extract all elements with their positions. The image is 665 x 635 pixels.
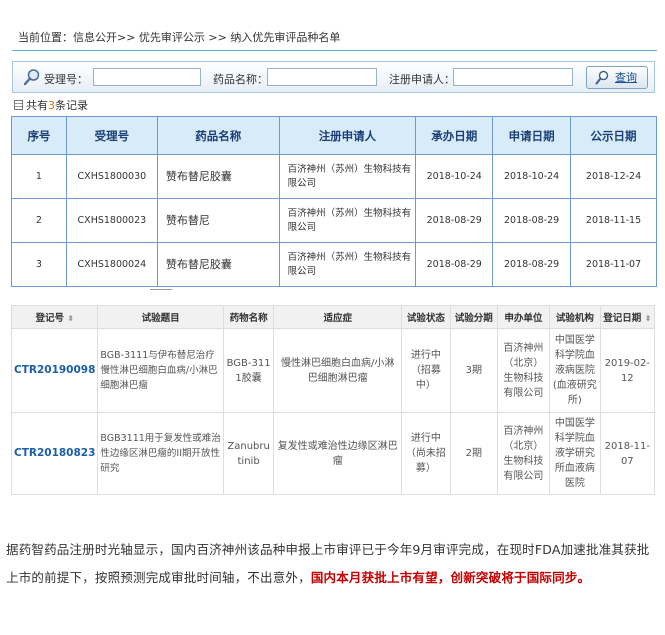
col-header-title: 试验题目 <box>97 305 224 329</box>
cell-phase: 3期 <box>449 328 498 413</box>
cell-code: CXHS1800023 <box>65 198 158 243</box>
cell-applicant: 百济神州（苏州）生物科技有限公司 <box>278 242 417 287</box>
col-header-reg-no[interactable]: 登记号 ⬍ <box>10 305 99 329</box>
cell-apply-date: 2018-08-29 <box>492 242 572 287</box>
col-header-status: 试验状态 <box>401 305 451 329</box>
cell-undertake-date: 2018-10-24 <box>415 154 494 199</box>
cell-publish-date: 2018-11-07 <box>570 242 657 287</box>
sort-icon: ⬍ <box>67 314 74 323</box>
table-row[interactable]: CTR20180823 BGB3111用于复发性或难治性边缘区淋巴瘤的II期开放… <box>10 412 656 495</box>
cell-code: CXHS1800030 <box>65 154 158 199</box>
query-button-label: 查询 <box>615 71 637 84</box>
cell-publish-date: 2018-11-15 <box>570 198 657 243</box>
record-count: 共有3条记录 <box>14 99 88 113</box>
col-header-undertake-date: 承办日期 <box>415 116 494 155</box>
reg-no-link[interactable]: CTR20190098 <box>10 328 99 413</box>
breadcrumb: 当前位置：信息公开>> 优先审评公示 >> 纳入优先审评品种名单 <box>12 25 657 51</box>
cell-phase: 2期 <box>449 412 498 495</box>
accept-no-label: 受理号： <box>44 73 88 86</box>
cell-applicant: 百济神州（苏州）生物科技有限公司 <box>278 154 417 199</box>
query-button[interactable]: 查询 <box>586 66 648 89</box>
table-row[interactable]: 3 CXHS1800024 赞布替尼胶囊 百济神州（苏州）生物科技有限公司 20… <box>11 242 657 287</box>
cell-status: 进行中（尚未招募） <box>401 412 451 495</box>
col-header-publish-date: 公示日期 <box>570 116 657 155</box>
sort-icon: ⬍ <box>644 314 652 323</box>
count-value: 3 <box>48 99 55 112</box>
cell-no: 1 <box>11 154 67 199</box>
cell-publish-date: 2018-12-24 <box>570 154 657 199</box>
col-header-apply-date: 申请日期 <box>492 116 572 155</box>
search-icon <box>23 69 40 86</box>
table-row[interactable]: CTR20190098 BGB-3111与伊布替尼治疗慢性淋巴细胞白血病/小淋巴… <box>10 328 656 413</box>
col-header-reg-date[interactable]: 登记日期 ⬍ <box>599 305 656 329</box>
reg-no-link[interactable]: CTR20180823 <box>10 412 99 495</box>
list-icon <box>14 100 23 110</box>
cell-site: 中国医学科学院血液病医院(血液研究所) <box>549 328 601 413</box>
cell-reg-date: 2019-02-12 <box>599 328 656 413</box>
col-header-indication: 适应症 <box>273 305 403 329</box>
divider <box>150 289 172 290</box>
applicant-label: 注册申请人： <box>389 73 455 86</box>
cell-code: CXHS1800024 <box>65 242 158 287</box>
cell-apply-date: 2018-10-24 <box>492 154 572 199</box>
magnifier-icon <box>595 70 609 85</box>
cell-no: 3 <box>11 242 67 287</box>
col-header-no: 序号 <box>11 116 67 155</box>
col-header-site: 试验机构 <box>549 305 601 329</box>
cell-drug-name: Zanubrutinib <box>222 412 275 495</box>
cell-sponsor: 百济神州（北京）生物科技有限公司 <box>496 328 551 413</box>
drug-name-label: 药品名称： <box>213 73 268 86</box>
applicant-input[interactable] <box>453 68 573 86</box>
cell-drug: 赞布替尼胶囊 <box>156 242 280 287</box>
table-row[interactable]: 2 CXHS1800023 赞布替尼 百济神州（苏州）生物科技有限公司 2018… <box>11 198 657 243</box>
clinical-trial-table: 登记号 ⬍ 试验题目 药物名称 适应症 试验状态 试验分期 申办单位 试验机构 … <box>10 305 656 495</box>
cell-drug-name: BGB-3111胶囊 <box>222 328 275 413</box>
article-paragraph: 据药智药品注册时光轴显示，国内百济神州该品种申报上市审评已于今年9月审评完成，在… <box>6 536 661 592</box>
cell-apply-date: 2018-08-29 <box>492 198 572 243</box>
col-header-phase: 试验分期 <box>449 305 498 329</box>
col-header-applicant: 注册申请人 <box>278 116 417 155</box>
cell-site: 中国医学科学院血液学研究所血液病医院 <box>549 412 601 495</box>
count-suffix: 条记录 <box>55 99 88 112</box>
cell-sponsor: 百济神州（北京）生物科技有限公司 <box>496 412 551 495</box>
cell-applicant: 百济神州（苏州）生物科技有限公司 <box>278 198 417 243</box>
cell-drug: 赞布替尼 <box>156 198 280 243</box>
cell-status: 进行中（招募中） <box>401 328 451 413</box>
col-header-code: 受理号 <box>65 116 158 155</box>
cell-drug: 赞布替尼胶囊 <box>156 154 280 199</box>
cell-indication: 慢性淋巴细胞白血病/小淋巴细胞淋巴瘤 <box>273 328 403 413</box>
cell-no: 2 <box>11 198 67 243</box>
cell-reg-date: 2018-11-07 <box>599 412 656 495</box>
search-bar: 受理号： 药品名称： 注册申请人： 查询 <box>12 61 655 93</box>
cell-title: BGB3111用于复发性或难治性边缘区淋巴瘤的II期开放性研究 <box>97 412 224 495</box>
priority-review-table: 序号 受理号 药品名称 注册申请人 承办日期 申请日期 公示日期 1 CXHS1… <box>11 116 657 287</box>
col-header-drug: 药品名称 <box>156 116 280 155</box>
cell-indication: 复发性或难治性边缘区淋巴瘤 <box>273 412 403 495</box>
cell-undertake-date: 2018-08-29 <box>415 242 494 287</box>
table-row[interactable]: 1 CXHS1800030 赞布替尼胶囊 百济神州（苏州）生物科技有限公司 20… <box>11 154 657 199</box>
paragraph-highlight: 国内本月获批上市有望，创新突破将于国际同步。 <box>310 570 591 585</box>
col-header-drug-name: 药物名称 <box>222 305 275 329</box>
count-prefix: 共有 <box>26 99 48 112</box>
accept-no-input[interactable] <box>93 68 201 86</box>
drug-name-input[interactable] <box>267 68 377 86</box>
col-header-sponsor: 申办单位 <box>496 305 551 329</box>
cell-undertake-date: 2018-08-29 <box>415 198 494 243</box>
cell-title: BGB-3111与伊布替尼治疗慢性淋巴细胞白血病/小淋巴细胞淋巴瘤 <box>97 328 224 413</box>
